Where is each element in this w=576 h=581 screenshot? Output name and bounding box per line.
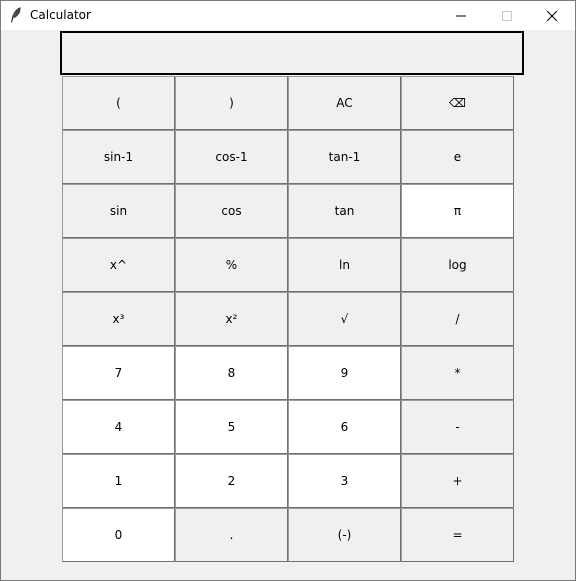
minimize-button[interactable] [438, 1, 484, 30]
minimize-icon [456, 15, 466, 17]
window-title: Calculator [30, 8, 91, 22]
digit-1-button[interactable]: 1 [62, 454, 175, 508]
digit-5-button[interactable]: 5 [175, 400, 288, 454]
digit-7-button[interactable]: 7 [62, 346, 175, 400]
euler-e-button[interactable]: e [401, 130, 514, 184]
log-button[interactable]: log [401, 238, 514, 292]
multiply-button[interactable]: * [401, 346, 514, 400]
pi-button[interactable]: π [401, 184, 514, 238]
power-button[interactable]: x^ [62, 238, 175, 292]
decimal-point-button[interactable]: . [175, 508, 288, 562]
calculator-window: Calculator () AC ⌫ sin-1 cos-1 tan-1 e sin cos ta… [0, 0, 576, 581]
digit-8-button[interactable]: 8 [175, 346, 288, 400]
percent-button[interactable]: % [175, 238, 288, 292]
digit-2-button[interactable]: 2 [175, 454, 288, 508]
digit-6-button[interactable]: 6 [288, 400, 401, 454]
close-icon [546, 10, 558, 22]
maximize-button[interactable] [484, 1, 530, 30]
digit-0-button[interactable]: 0 [62, 508, 175, 562]
maximize-icon [502, 11, 512, 21]
close-button[interactable] [529, 1, 575, 30]
display-field[interactable] [60, 31, 524, 75]
sqrt-button[interactable]: √ [288, 292, 401, 346]
ln-button[interactable]: ln [288, 238, 401, 292]
arctan-button[interactable]: tan-1 [288, 130, 401, 184]
divide-button[interactable]: / [401, 292, 514, 346]
cos-button[interactable]: cos [175, 184, 288, 238]
tan-button[interactable]: tan [288, 184, 401, 238]
digit-9-button[interactable]: 9 [288, 346, 401, 400]
arccos-button[interactable]: cos-1 [175, 130, 288, 184]
equals-button[interactable]: = [401, 508, 514, 562]
backspace-button[interactable]: ⌫ [401, 76, 514, 130]
open-paren-button[interactable]: ( [62, 76, 175, 130]
close-paren-button[interactable]: ) [175, 76, 288, 130]
square-button[interactable]: x² [175, 292, 288, 346]
cube-button[interactable]: x³ [62, 292, 175, 346]
sin-button[interactable]: sin [62, 184, 175, 238]
feather-icon [10, 7, 22, 23]
title-bar[interactable]: Calculator [1, 1, 575, 30]
digit-3-button[interactable]: 3 [288, 454, 401, 508]
keypad: () AC ⌫ sin-1 cos-1 tan-1 e sin cos tan π x^% ln log x… [62, 76, 514, 562]
negate-button[interactable]: (-) [288, 508, 401, 562]
plus-button[interactable]: + [401, 454, 514, 508]
arcsin-button[interactable]: sin-1 [62, 130, 175, 184]
minus-button[interactable]: - [401, 400, 514, 454]
digit-4-button[interactable]: 4 [62, 400, 175, 454]
clear-all-button[interactable]: AC [288, 76, 401, 130]
